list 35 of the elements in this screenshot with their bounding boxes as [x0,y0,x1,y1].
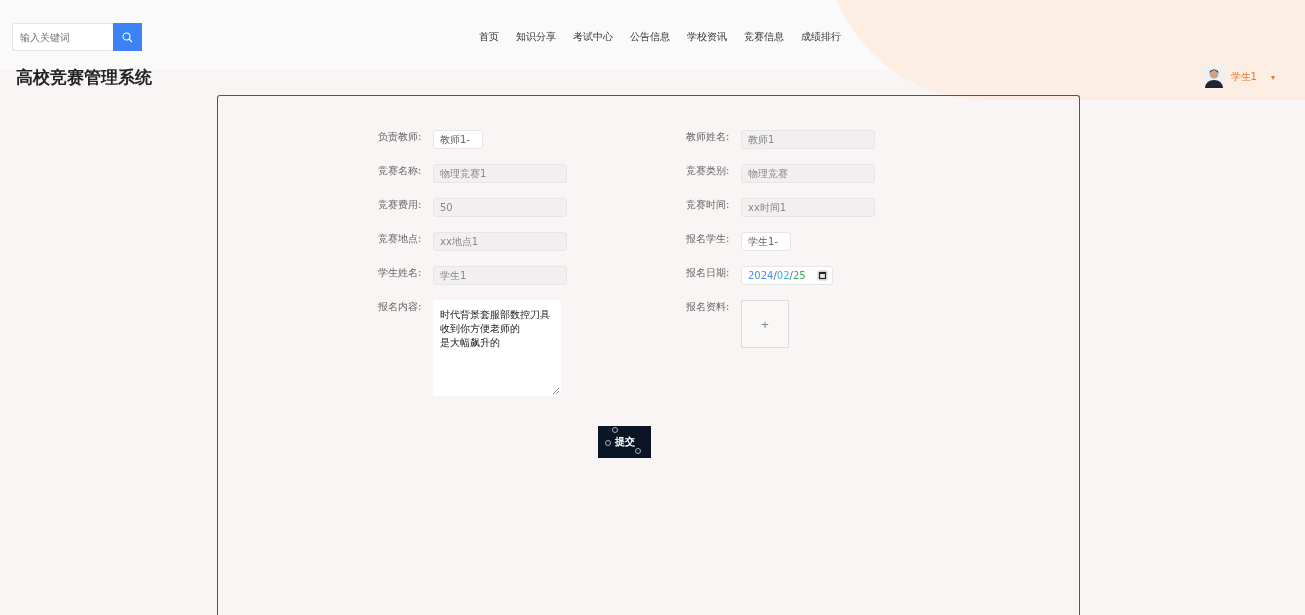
field-label: 教师姓名: [686,130,731,144]
nav-link[interactable]: 学校资讯 [687,30,727,44]
text-line: 是大幅飙升的 [440,336,501,350]
search-icon [122,31,133,43]
calendar-icon[interactable] [817,270,828,281]
field-label: 报名资料: [686,300,731,314]
field-label: 竞赛费用: [378,198,423,212]
search-button[interactable] [113,23,142,51]
select-field[interactable]: 学生1- [741,232,791,251]
nav-link[interactable]: 知识分享 [516,30,556,44]
site-title: 高校竞赛管理系统 [16,65,152,89]
field-label: 报名学生: [686,232,731,246]
text-area[interactable]: 时代背景套服部数控刀具 收到你方便老师的 是大幅飙升的 [433,300,561,396]
field-label: 竞赛时间: [686,198,731,212]
field-label: 竞赛类别: [686,164,731,178]
nav-link[interactable]: 首页 [479,30,499,44]
field-label: 竞赛名称: [378,164,423,178]
nav-link[interactable]: 成绩排行 [801,30,841,44]
nav-link[interactable]: 竞赛信息 [744,30,784,44]
field-label: 学生姓名: [378,266,423,280]
resize-grip-icon[interactable] [553,388,559,394]
date-field[interactable]: 2024/02/25 [741,266,833,285]
submit-button[interactable]: 提交 [598,426,651,458]
text-line: 收到你方便老师的 [440,322,521,336]
field-label: 报名内容: [378,300,423,314]
avatar[interactable] [1202,66,1225,88]
select-field[interactable]: 教师1- [433,130,483,149]
field-label: 报名日期: [686,266,731,280]
nav-link[interactable]: 考试中心 [573,30,613,44]
nav-link[interactable]: 公告信息 [630,30,670,44]
search-field[interactable]: 输入关键词 [12,23,113,51]
upload-button[interactable]: + [741,300,789,348]
text-line: 时代背景套服部数控刀具 [440,308,551,322]
field-label: 竞赛地点: [378,232,423,246]
field-label: 负责教师: [378,130,423,144]
